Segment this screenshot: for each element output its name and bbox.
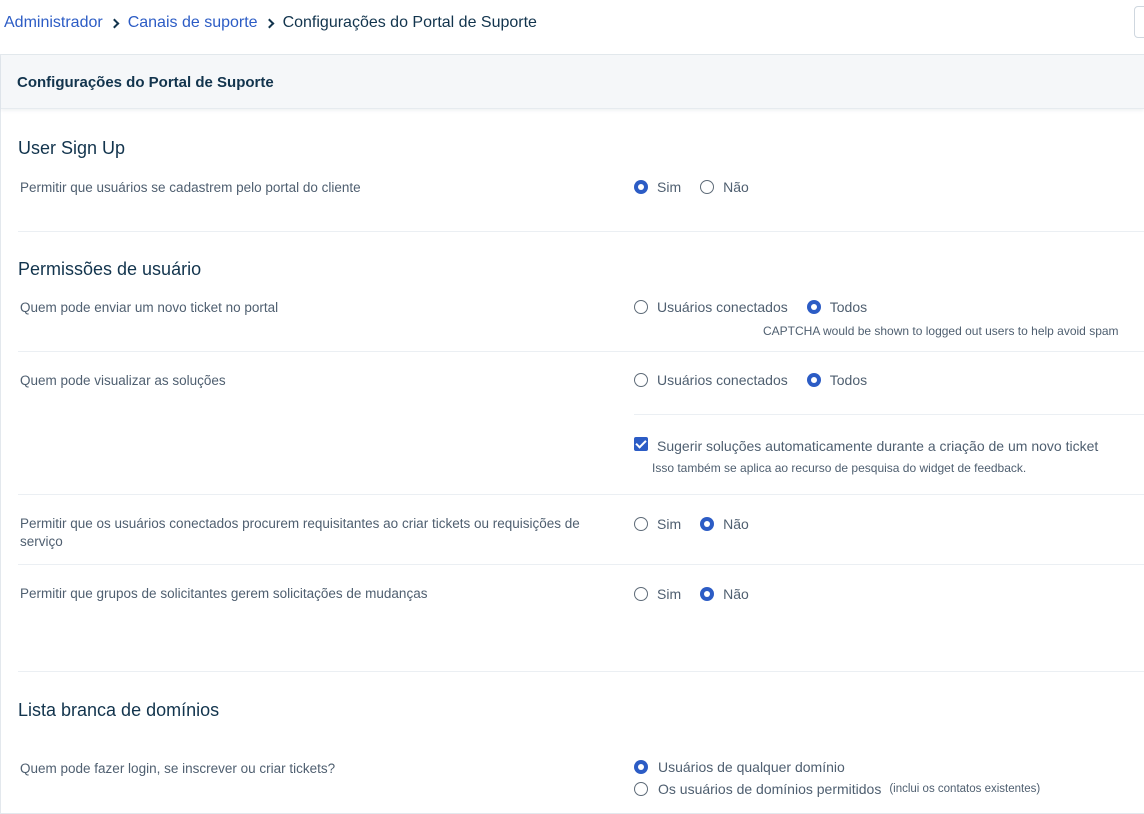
radio-selected-icon[interactable]	[634, 760, 648, 774]
panel-title: Configurações do Portal de Suporte	[17, 74, 274, 91]
radio-icon[interactable]	[634, 373, 648, 387]
radio-selected-icon[interactable]	[700, 587, 715, 601]
chevron-right-icon	[109, 18, 120, 28]
search-requesters-radio-group: Sim Não	[634, 516, 768, 532]
search-requesters-label: Permitir que os usuários conectados proc…	[20, 516, 580, 549]
radio-selected-icon[interactable]	[806, 300, 821, 314]
section-title-permissions: Permissões de usuário	[18, 259, 202, 279]
view-solutions-radio-group: Usuários conectados Todos	[634, 372, 886, 388]
radio-icon[interactable]	[634, 587, 648, 601]
signup-option-sim[interactable]: Sim	[634, 179, 681, 195]
suggest-solutions-label: Sugerir soluções automaticamente durante…	[657, 438, 1099, 454]
submit-ticket-radio-group: Usuários conectados Todos	[634, 299, 886, 315]
allowed-domains-note: (inclui os contatos existentes)	[889, 783, 1041, 795]
settings-panel: Configurações do Portal de Suporte User …	[0, 54, 1144, 814]
requester-groups-label: Permitir que grupos de solicitantes gere…	[20, 586, 428, 601]
divider	[18, 564, 1144, 565]
divider	[18, 231, 1144, 232]
panel-header: Configurações do Portal de Suporte	[1, 55, 1144, 109]
signup-option-nao[interactable]: Não	[700, 179, 749, 195]
radio-selected-icon[interactable]	[806, 373, 821, 387]
radio-selected-icon[interactable]	[700, 517, 715, 531]
signup-allow-label: Permitir que usuários se cadastrem pelo …	[20, 180, 361, 195]
whitelist-option-any-domain[interactable]: Usuários de qualquer domínio	[634, 759, 845, 775]
whitelist-option-allowed-domains[interactable]: Os usuários de domínios permitidos (incl…	[634, 781, 1040, 797]
submit-ticket-option-todos[interactable]: Todos	[806, 299, 867, 315]
radio-selected-icon[interactable]	[634, 180, 648, 194]
radio-icon[interactable]	[634, 782, 648, 796]
chevron-right-icon	[264, 18, 275, 28]
breadcrumb: Administrador Canais de suporte Configur…	[4, 13, 537, 33]
suggest-solutions-checkbox[interactable]	[634, 437, 648, 451]
submit-ticket-option-conectados[interactable]: Usuários conectados	[634, 299, 788, 315]
search-requesters-option-sim[interactable]: Sim	[634, 516, 681, 532]
suggest-solutions-hint: Isso também se aplica ao recurso de pesq…	[652, 461, 1027, 475]
divider	[18, 671, 1144, 672]
captcha-hint: CAPTCHA would be shown to logged out use…	[763, 324, 1119, 338]
whitelist-label: Quem pode fazer login, se inscrever ou c…	[20, 761, 336, 776]
breadcrumb-link-administrador[interactable]: Administrador	[4, 14, 103, 32]
requester-groups-radio-group: Sim Não	[634, 586, 768, 602]
divider	[634, 414, 1144, 415]
section-title-domain-whitelist: Lista branca de domínios	[18, 700, 220, 720]
header-action-button[interactable]	[1134, 6, 1144, 38]
radio-icon[interactable]	[634, 517, 648, 531]
search-requesters-option-nao[interactable]: Não	[700, 516, 749, 532]
radio-icon[interactable]	[634, 300, 648, 314]
divider	[18, 351, 1144, 352]
section-title-user-signup: User Sign Up	[18, 138, 126, 158]
breadcrumb-link-canais-de-suporte[interactable]: Canais de suporte	[128, 14, 258, 32]
view-solutions-option-todos[interactable]: Todos	[806, 372, 867, 388]
view-solutions-label: Quem pode visualizar as soluções	[20, 373, 226, 388]
requester-groups-option-sim[interactable]: Sim	[634, 586, 681, 602]
divider	[18, 494, 1144, 495]
requester-groups-option-nao[interactable]: Não	[700, 586, 749, 602]
signup-radio-group: Sim Não	[634, 179, 768, 195]
submit-ticket-label: Quem pode enviar um novo ticket no porta…	[20, 300, 279, 315]
view-solutions-option-conectados[interactable]: Usuários conectados	[634, 372, 788, 388]
breadcrumb-current: Configurações do Portal de Suporte	[282, 14, 537, 31]
radio-icon[interactable]	[700, 180, 715, 194]
